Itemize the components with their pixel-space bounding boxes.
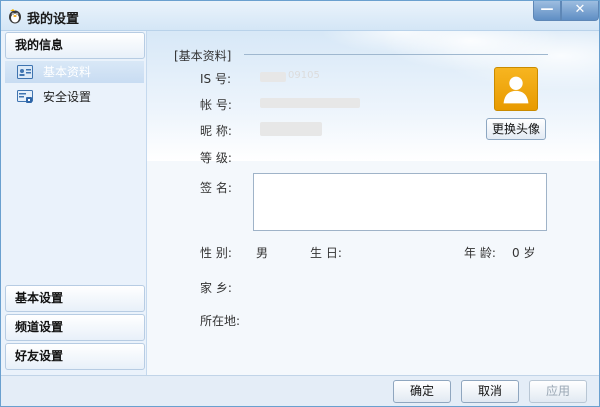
settings-window: 我的设置 — ✕ 我的信息 基本资料 安全设置 基本设置 频道设置 好友设置 [… — [0, 0, 600, 407]
profile-panel: [基本资料] IS 号: 09105 帐 号: 昵 称: 等 级: 签 名: 更… — [148, 31, 599, 375]
sidebar-item-security[interactable]: 安全设置 — [5, 86, 144, 108]
sidebar-section-my-info[interactable]: 我的信息 — [5, 32, 145, 59]
user-avatar-icon — [503, 76, 529, 104]
signature-input[interactable] — [253, 173, 547, 231]
sidebar-item-basic-profile[interactable]: 基本资料 — [5, 61, 144, 83]
title-bar: 我的设置 — ✕ — [1, 1, 599, 31]
is-number-value: 09105 — [288, 70, 320, 81]
location-label: 所在地: — [200, 314, 241, 328]
gender-label: 性 别: — [200, 246, 232, 260]
nickname-label: 昵 称: — [200, 124, 232, 138]
window-title: 我的设置 — [27, 12, 80, 27]
ok-button[interactable]: 确定 — [393, 380, 451, 403]
is-number-redacted — [260, 72, 286, 82]
avatar[interactable] — [494, 67, 538, 111]
sidebar-item-label: 基本资料 — [43, 65, 92, 79]
sidebar-section-channel-settings[interactable]: 频道设置 — [5, 314, 145, 341]
age-label: 年 龄: — [464, 246, 496, 260]
penguin-icon — [9, 9, 21, 24]
birthday-label: 生 日: — [310, 246, 342, 260]
security-icon — [17, 90, 33, 103]
cancel-button[interactable]: 取消 — [461, 380, 519, 403]
id-card-icon — [17, 65, 33, 79]
sidebar-section-friend-settings[interactable]: 好友设置 — [5, 343, 145, 370]
nickname-redacted — [260, 122, 322, 136]
apply-button[interactable]: 应用 — [529, 380, 587, 403]
minimize-button[interactable]: — — [533, 1, 561, 21]
hometown-label: 家 乡: — [200, 281, 232, 295]
gender-value[interactable]: 男 — [256, 244, 268, 261]
account-redacted — [260, 98, 360, 108]
close-button[interactable]: ✕ — [561, 1, 599, 21]
change-avatar-button[interactable]: 更换头像 — [486, 118, 546, 140]
footer-bar: 确定 取消 应用 — [1, 375, 599, 406]
age-value: 0 岁 — [512, 246, 536, 260]
is-number-label: IS 号: — [200, 72, 232, 86]
section-title: [基本资料] — [174, 49, 232, 63]
sidebar-section-basic-settings[interactable]: 基本设置 — [5, 285, 145, 312]
signature-label: 签 名: — [200, 181, 232, 195]
sidebar: 我的信息 基本资料 安全设置 基本设置 频道设置 好友设置 — [1, 31, 147, 375]
section-divider — [244, 54, 548, 55]
level-label: 等 级: — [200, 151, 232, 165]
account-label: 帐 号: — [200, 98, 232, 112]
sidebar-item-label: 安全设置 — [43, 90, 92, 104]
